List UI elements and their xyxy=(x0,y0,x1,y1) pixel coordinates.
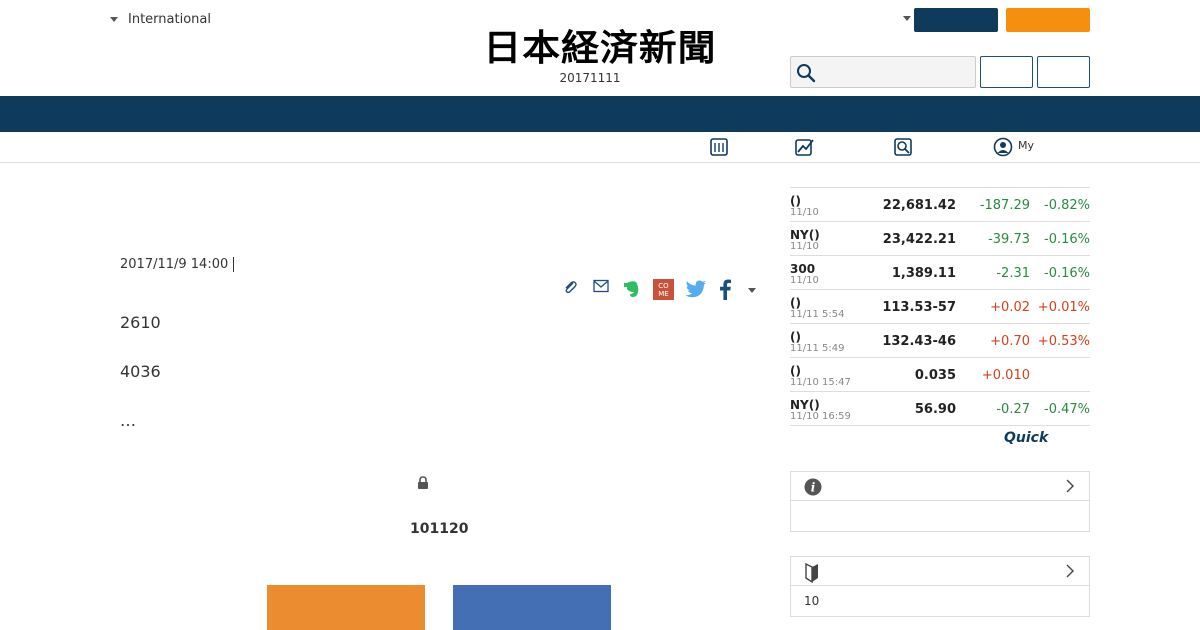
header-date: 20171111 xyxy=(559,71,621,85)
article-paragraph-3: … xyxy=(120,411,136,430)
login-button[interactable] xyxy=(914,8,998,32)
outline-button-2[interactable] xyxy=(1037,56,1090,88)
main-navbar xyxy=(0,96,1200,132)
clip-icon[interactable] xyxy=(562,279,578,295)
sub-navbar: My xyxy=(0,132,1200,163)
info-panel: i xyxy=(790,471,1090,532)
article-paragraph-2: 4036 xyxy=(120,362,161,381)
lock-icon xyxy=(418,476,428,489)
market-table: () 11/10 22,681.42 -187.29 -0.82% NY() 1… xyxy=(790,187,1090,426)
quick-logo[interactable]: Quick xyxy=(1004,430,1048,446)
market-row[interactable]: () 11/10 22,681.42 -187.29 -0.82% xyxy=(790,188,1090,222)
more-caret-icon[interactable] xyxy=(748,288,756,293)
svg-text:i: i xyxy=(811,481,816,495)
beginner-panel: 10 xyxy=(790,556,1090,617)
article-date: 2017/11/9 14:00 xyxy=(120,257,235,272)
svg-text:CO: CO xyxy=(658,282,669,290)
logo-text: 日本経済新聞 xyxy=(483,27,717,69)
my-label[interactable]: My xyxy=(1018,139,1034,152)
calculator-icon[interactable] xyxy=(709,137,729,157)
market-row[interactable]: NY() 11/10 16:59 56.90 -0.27 -0.47% xyxy=(790,392,1090,426)
subscribe-button[interactable] xyxy=(1006,8,1090,32)
search-icon xyxy=(797,64,816,83)
market-row[interactable]: 300 11/10 1,389.11 -2.31 -0.16% xyxy=(790,256,1090,290)
beginner-panel-text: 10 xyxy=(804,594,820,608)
caret-down-icon xyxy=(110,17,118,22)
site-logo[interactable]: 日本経済新聞 xyxy=(450,28,750,68)
chart-icon[interactable] xyxy=(794,137,814,157)
market-row[interactable]: () 11/11 5:54 113.53-57 +0.02 +0.01% xyxy=(790,290,1090,324)
beginner-panel-header[interactable] xyxy=(791,557,1089,586)
outline-button-1[interactable] xyxy=(980,56,1033,88)
mail-icon[interactable] xyxy=(593,279,609,293)
facebook-icon[interactable] xyxy=(718,279,732,300)
info-panel-header[interactable]: i xyxy=(791,472,1089,501)
my-user-icon[interactable] xyxy=(993,137,1013,157)
evernote-icon[interactable] xyxy=(623,279,641,299)
paywall-login-button[interactable] xyxy=(453,585,611,630)
paywall-count: 101120 xyxy=(410,521,469,537)
come-icon[interactable]: CO ME xyxy=(653,279,674,300)
beginner-mark-icon xyxy=(805,563,818,583)
chevron-right-icon xyxy=(1066,564,1074,578)
info-icon: i xyxy=(804,478,822,496)
paywall-subscribe-button[interactable] xyxy=(267,585,425,630)
market-row[interactable]: NY() 11/10 23,422.21 -39.73 -0.16% xyxy=(790,222,1090,256)
region-label: International xyxy=(128,12,211,27)
market-row[interactable]: () 11/10 15:47 0.035 +0.010 xyxy=(790,358,1090,392)
account-caret-icon[interactable] xyxy=(903,16,911,21)
info-panel-body xyxy=(791,501,1089,531)
market-row[interactable]: () 11/11 5:49 132.43-46 +0.70 +0.53% xyxy=(790,324,1090,358)
beginner-panel-body: 10 xyxy=(791,586,1089,616)
chevron-right-icon xyxy=(1066,479,1074,493)
article-paragraph-1: 2610 xyxy=(120,313,161,332)
search-icon[interactable] xyxy=(893,137,913,157)
svg-text:ME: ME xyxy=(658,290,668,298)
search-input[interactable] xyxy=(790,56,976,88)
twitter-icon[interactable] xyxy=(685,280,707,298)
region-select[interactable]: International xyxy=(110,12,211,27)
